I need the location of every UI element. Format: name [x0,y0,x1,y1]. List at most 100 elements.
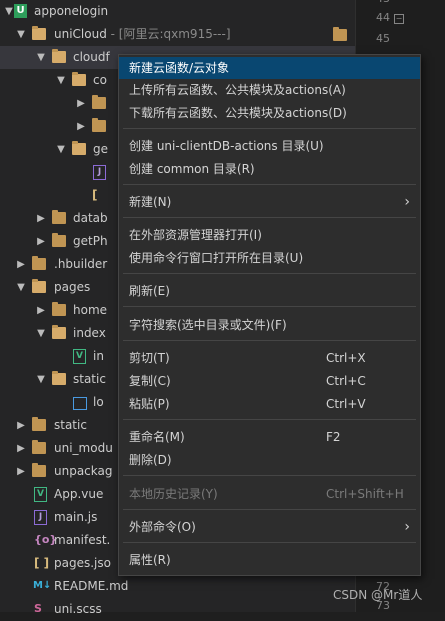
vue-file-icon: V [34,487,47,502]
line-number: 44 [376,11,390,24]
chevron-right-icon[interactable]: ▶ [36,207,46,230]
menu-item-label: 新建(N) [129,195,172,209]
menu-separator [123,273,416,274]
menu-item-label: 创建 common 目录(R) [129,162,255,176]
chevron-right-icon[interactable]: ▶ [16,460,26,483]
menu-item-label: 下载所有云函数、公共模块及actions(D) [129,106,347,120]
scss-file-icon: S [34,602,42,615]
tree-item-label: pages.jso [54,556,111,570]
folder-icon [32,440,46,454]
menu-item-shortcut: Ctrl+Shift+H [326,487,404,501]
chevron-right-icon[interactable]: ▶ [16,253,26,276]
menu-separator [123,217,416,218]
submenu-arrow-icon: › [404,519,410,535]
tree-item-label: unpackag [54,464,113,478]
menu-item-new[interactable]: 新建(N) › [119,191,420,213]
chevron-down-icon[interactable]: ▼ [16,276,26,299]
chevron-right-icon[interactable]: ▶ [36,230,46,253]
menu-item-label: 创建 uni-clientDB-actions 目录(U) [129,139,324,153]
chevron-down-icon[interactable]: ▼ [36,46,46,69]
menu-item-label: 上传所有云函数、公共模块及actions(A) [129,83,346,97]
tree-item-label: manifest. [54,533,111,547]
tree-item-label: datab [73,211,108,225]
tree-item-label: ge [93,142,108,156]
menu-item-label: 新建云函数/云对象 [129,61,230,75]
chevron-right-icon[interactable]: ▶ [76,115,86,138]
tree-item-uni-scss[interactable]: S uni.scss [0,598,355,621]
tree-item-label: App.vue [54,487,104,501]
menu-item-create-common[interactable]: 创建 common 目录(R) [119,158,420,180]
menu-item-label: 复制(C) [129,374,171,388]
tree-item-label: static [54,418,87,432]
chevron-right-icon[interactable]: ▶ [36,299,46,322]
folder-icon [92,95,106,109]
menu-item-local-history[interactable]: 本地历史记录(Y) Ctrl+Shift+H [119,483,420,505]
menu-separator [123,128,416,129]
tree-item-label: .hbuilder [54,257,108,271]
context-menu: 新建云函数/云对象 上传所有云函数、公共模块及actions(A) 下载所有云函… [118,54,421,576]
menu-item-properties[interactable]: 属性(R) [119,549,420,571]
json-file-icon: [ ] [34,556,50,570]
menu-separator [123,419,416,420]
cloud-folder-icon[interactable] [333,27,347,41]
unicloud-label: uniCloud - [阿里云:qxm915---] [54,27,231,41]
menu-item-label: 在外部资源管理器打开(I) [129,228,262,242]
menu-item-open-terminal[interactable]: 使用命令行窗口打开所在目录(U) [119,247,420,269]
tree-item-label: pages [54,280,91,294]
menu-item-download-all[interactable]: 下载所有云函数、公共模块及actions(D) [119,102,420,124]
folder-open-icon [32,26,46,40]
menu-item-label: 字符搜索(选中目录或文件)(F) [129,318,287,332]
tree-item-unicloud[interactable]: ▼ uniCloud - [阿里云:qxm915---] [0,23,355,46]
menu-item-label: 本地历史记录(Y) [129,487,218,501]
watermark: CSDN @Mr道人 [333,588,423,602]
menu-item-paste[interactable]: 粘贴(P) Ctrl+V [119,393,420,415]
submenu-arrow-icon: › [404,194,410,210]
tree-item-readme[interactable]: M↓ README.md [0,575,355,598]
js-file-icon: J [34,510,47,525]
folder-open-icon [32,279,46,293]
menu-item-new-cloud-function[interactable]: 新建云函数/云对象 [119,57,420,79]
tree-item-label: in [93,349,104,363]
line-number: 43 [368,0,390,5]
chevron-down-icon[interactable]: ▼ [56,138,66,161]
tree-item-label: README.md [54,579,129,593]
menu-item-open-in-explorer[interactable]: 在外部资源管理器打开(I) [119,224,420,246]
menu-separator [123,306,416,307]
folder-open-icon [52,49,66,63]
tree-item-label: lo [93,395,104,409]
menu-item-rename[interactable]: 重命名(M) F2 [119,426,420,448]
menu-item-shortcut: Ctrl+V [326,397,366,411]
chevron-down-icon[interactable]: ▼ [4,0,14,23]
js-file-icon: J [93,165,106,180]
menu-item-search[interactable]: 字符搜索(选中目录或文件)(F) [119,314,420,336]
menu-item-label: 外部命令(O) [129,520,196,534]
vue-file-icon: V [73,349,86,364]
menu-item-external-commands[interactable]: 外部命令(O) › [119,516,420,538]
chevron-down-icon[interactable]: ▼ [16,23,26,46]
menu-item-delete[interactable]: 删除(D) [119,449,420,471]
chevron-right-icon[interactable]: ▶ [76,92,86,115]
tree-item-label: uni_modu [54,441,113,455]
image-file-icon [73,397,87,410]
tree-item-label: static [73,372,106,386]
chevron-right-icon[interactable]: ▶ [16,414,26,437]
chevron-down-icon[interactable]: ▼ [56,69,66,92]
folder-open-icon [72,141,86,155]
folder-icon [92,118,106,132]
chevron-right-icon[interactable]: ▶ [16,437,26,460]
fold-icon[interactable]: − [394,14,404,24]
menu-item-cut[interactable]: 剪切(T) Ctrl+X [119,347,420,369]
menu-item-copy[interactable]: 复制(C) Ctrl+C [119,370,420,392]
line-number: 45 [376,32,390,45]
menu-item-create-clientdb-actions[interactable]: 创建 uni-clientDB-actions 目录(U) [119,135,420,157]
chevron-down-icon[interactable]: ▼ [36,368,46,391]
menu-item-shortcut: Ctrl+C [326,374,366,388]
menu-item-label: 属性(R) [129,553,171,567]
tree-item-project[interactable]: ▼ U apponelogin [0,0,355,23]
menu-item-label: 剪切(T) [129,351,170,365]
chevron-down-icon[interactable]: ▼ [36,322,46,345]
menu-item-refresh[interactable]: 刷新(E) [119,280,420,302]
menu-item-label: 粘贴(P) [129,397,170,411]
menu-item-upload-all[interactable]: 上传所有云函数、公共模块及actions(A) [119,79,420,101]
folder-open-icon [52,371,66,385]
